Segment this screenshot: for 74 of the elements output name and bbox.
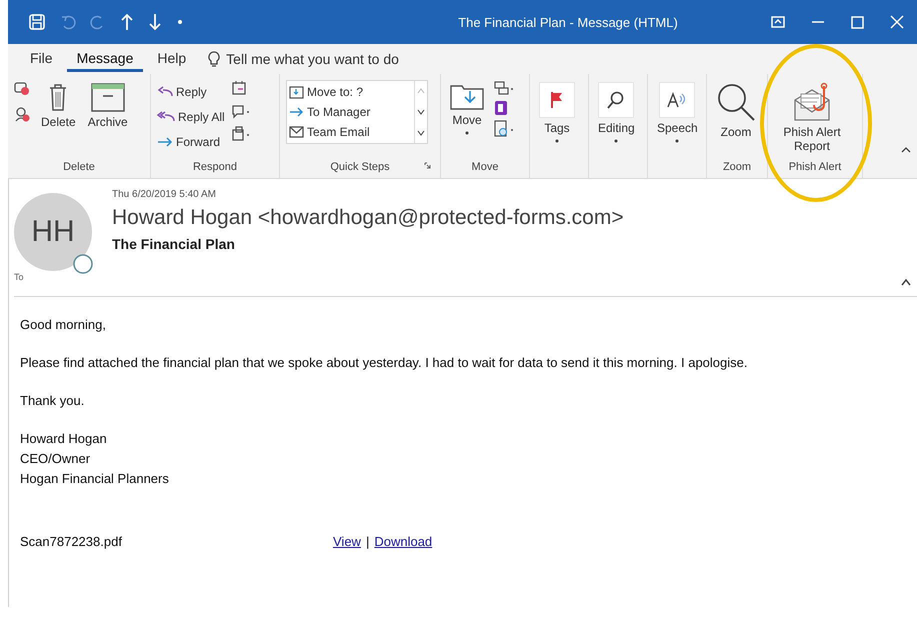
ribbon-button[interactable]: Forward [157, 130, 225, 153]
ribbon-tab[interactable]: Help [147, 46, 196, 72]
magnifier-icon [716, 82, 756, 122]
message-subject: The Financial Plan [112, 236, 235, 252]
ribbon-button[interactable]: Reply All [157, 105, 225, 128]
signature-line: Howard Hogan [20, 431, 108, 446]
more-respond-icon[interactable] [230, 126, 251, 142]
reply-all-arrow-icon [157, 110, 175, 122]
ignore-icon [14, 80, 30, 96]
ribbon-button[interactable]: Editing [595, 80, 638, 146]
ribbon-button[interactable]: Move [447, 80, 487, 138]
body-paragraph: Good morning, [20, 317, 107, 332]
ribbon-button[interactable]: Delete [38, 80, 79, 131]
group-label: Respond [192, 161, 238, 173]
signature-line: Hogan Financial Planners [20, 471, 170, 486]
dropdown-caret-icon [554, 138, 560, 144]
forward-arrow-icon [157, 136, 173, 148]
quick-step[interactable]: To Manager [289, 102, 370, 122]
ribbon-tab[interactable]: File [20, 46, 63, 72]
expand-gallery-icon[interactable] [417, 130, 425, 136]
archive-icon [90, 82, 125, 112]
envelope-icon [289, 126, 304, 138]
envelope-hook-icon [792, 82, 832, 122]
body-paragraph: Please find attached the financial plan that we spoke about yesterday. I had to wait for data to send it this morning. I apologise. [20, 355, 748, 370]
sender-avatar: HH [14, 193, 92, 271]
forward-arrow-icon [289, 106, 304, 118]
up-arrow-icon[interactable] [120, 13, 134, 31]
reply-arrow-icon [157, 86, 173, 98]
to-label: To [14, 272, 24, 282]
sent-date: Thu 6/20/2019 5:40 AM [112, 189, 216, 200]
dialog-launcher-icon[interactable] [424, 162, 431, 169]
dropdown-caret-icon [674, 138, 680, 144]
search-icon [606, 90, 626, 110]
collapse-header-icon[interactable] [901, 279, 911, 286]
ribbon-display-icon[interactable] [771, 16, 785, 28]
signature-line: CEO/Owner [20, 451, 92, 466]
group-label: Delete [63, 161, 95, 173]
sender-name: Howard Hogan <howardhogan@protected-forms.com> [112, 206, 624, 230]
close-icon[interactable] [890, 15, 904, 29]
save-icon[interactable] [28, 13, 46, 31]
quick-step[interactable]: Team Email [289, 122, 370, 142]
quick-step[interactable]: Move to: ? [289, 82, 364, 102]
chat-icon[interactable] [230, 103, 251, 119]
group-label: Phish Alert [788, 161, 842, 173]
ribbon-tab[interactable]: Message [66, 46, 144, 72]
down-arrow-icon[interactable] [148, 13, 162, 31]
attachment-link[interactable]: View [333, 534, 361, 549]
body-paragraph: Thank you. [20, 393, 86, 408]
maximize-icon[interactable] [851, 16, 864, 28]
dropdown-caret-icon [464, 130, 470, 136]
rules-icon[interactable] [493, 80, 515, 96]
junk-icon[interactable] [14, 106, 32, 122]
group-label: Zoom [722, 161, 752, 173]
ribbon-button[interactable]: Phish Alert Report [774, 80, 850, 155]
notebook-icon[interactable] [493, 100, 509, 116]
actions-icon[interactable] [493, 120, 515, 138]
link-separator: | [366, 534, 370, 549]
lightbulb-icon [208, 51, 220, 67]
dropdown-caret-icon [613, 138, 620, 144]
group-label: Move [472, 161, 498, 173]
collapse-ribbon-icon[interactable] [901, 147, 911, 153]
ribbon-button[interactable]: Reply [157, 80, 225, 103]
ribbon-button[interactable]: Speech [654, 80, 701, 146]
attachment-filename: Scan7872238.pdf [20, 534, 123, 549]
customize-icon[interactable] [176, 18, 184, 26]
group-label: Quick Steps [330, 161, 390, 173]
scroll-down-icon[interactable] [417, 108, 425, 115]
presence-status-icon [72, 253, 94, 275]
attachment-link[interactable]: Download [374, 534, 432, 549]
window-title: The Financial Plan - Message (HTML) [457, 14, 679, 30]
ribbon-button[interactable]: Zoom [713, 80, 759, 141]
ribbon-button[interactable]: Tags [536, 80, 578, 146]
meeting-icon[interactable] [230, 80, 247, 96]
ribbon-button[interactable]: Archive [84, 80, 131, 131]
